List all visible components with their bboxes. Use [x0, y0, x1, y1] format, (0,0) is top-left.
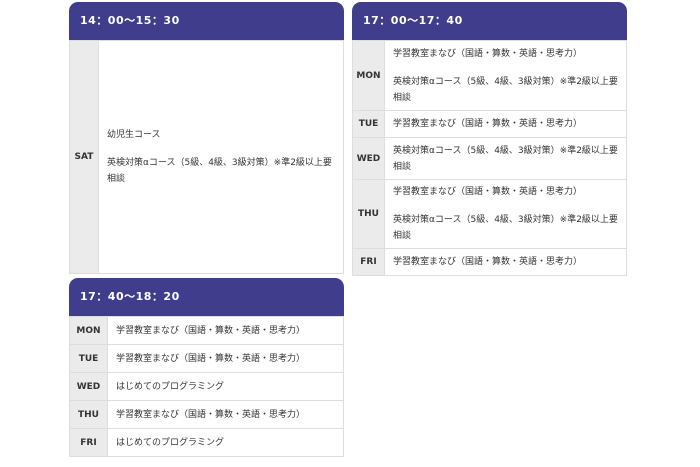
day-label: TUE	[352, 110, 385, 138]
course-cell: 学習教室まなび（国語・算数・英語・思考力） 英検対策αコース（5級、4級、3級対…	[384, 40, 627, 111]
time-slot-header: 17：00～17：40	[352, 2, 627, 40]
course-line: 学習教室まなび（国語・算数・英語・思考力）	[393, 119, 583, 129]
table-row: WED 英検対策αコース（5級、4級、3級対策）※準2級以上要相談	[352, 137, 627, 180]
day-label: FRI	[352, 248, 385, 276]
course-cell: 英検対策αコース（5級、4級、3級対策）※準2級以上要相談	[384, 137, 627, 180]
course-line: 英検対策αコース（5級、4級、3級対策）※準2級以上要相談	[107, 158, 332, 184]
time-slot-header: 17：40～18：20	[69, 278, 344, 316]
day-label: THU	[69, 400, 108, 429]
table-row: FRI 学習教室まなび（国語・算数・英語・思考力）	[352, 248, 627, 276]
course-line: 英検対策αコース（5級、4級、3級対策）※準2級以上要相談	[393, 145, 618, 172]
table-row: THU 学習教室まなび（国語・算数・英語・思考力）	[69, 400, 344, 429]
schedule-table: SAT 幼児生コース 英検対策αコース（5級、4級、3級対策）※準2級以上要相談	[69, 40, 344, 274]
day-label: TUE	[69, 344, 108, 373]
course-line: 英検対策αコース（5級、4級、3級対策）※準2級以上要相談	[393, 76, 618, 103]
course-cell: 学習教室まなび（国語・算数・英語・思考力）	[384, 248, 627, 276]
day-label: MON	[352, 40, 385, 111]
course-cell: はじめてのプログラミング	[107, 428, 344, 457]
course-line: 学習教室まなび（国語・算数・英語・思考力）	[393, 257, 583, 267]
course-line: 幼児生コース	[107, 130, 161, 140]
schedule-table: MON 学習教室まなび（国語・算数・英語・思考力） TUE 学習教室まなび（国語…	[69, 316, 344, 457]
course-cell: はじめてのプログラミング	[107, 372, 344, 401]
course-line: 学習教室まなび（国語・算数・英語・思考力）	[393, 48, 583, 59]
course-cell: 学習教室まなび（国語・算数・英語・思考力） 英検対策αコース（5級、4級、3級対…	[384, 179, 627, 249]
schedule-table: MON 学習教室まなび（国語・算数・英語・思考力） 英検対策αコース（5級、4級…	[352, 40, 627, 276]
schedule-block-1400: 14：00～15：30 SAT 幼児生コース 英検対策αコース（5級、4級、3級…	[69, 2, 344, 274]
schedule-block-1740: 17：40～18：20 MON 学習教室まなび（国語・算数・英語・思考力） TU…	[69, 278, 344, 457]
course-cell: 幼児生コース 英検対策αコース（5級、4級、3級対策）※準2級以上要相談	[98, 40, 344, 274]
day-label: THU	[352, 179, 385, 249]
schedule-block-1700: 17：00～17：40 MON 学習教室まなび（国語・算数・英語・思考力） 英検…	[352, 2, 627, 276]
table-row: THU 学習教室まなび（国語・算数・英語・思考力） 英検対策αコース（5級、4級…	[352, 179, 627, 249]
table-row: MON 学習教室まなび（国語・算数・英語・思考力） 英検対策αコース（5級、4級…	[352, 40, 627, 111]
course-line: 英検対策αコース（5級、4級、3級対策）※準2級以上要相談	[393, 215, 618, 241]
day-label: WED	[69, 372, 108, 401]
time-slot-header: 14：00～15：30	[69, 2, 344, 40]
day-label: WED	[352, 137, 385, 180]
table-row: TUE 学習教室まなび（国語・算数・英語・思考力）	[69, 344, 344, 373]
table-row: WED はじめてのプログラミング	[69, 372, 344, 401]
course-cell: 学習教室まなび（国語・算数・英語・思考力）	[107, 344, 344, 373]
course-cell: 学習教室まなび（国語・算数・英語・思考力）	[107, 316, 344, 345]
table-row: TUE 学習教室まなび（国語・算数・英語・思考力）	[352, 110, 627, 138]
course-cell: 学習教室まなび（国語・算数・英語・思考力）	[107, 400, 344, 429]
course-line: 学習教室まなび（国語・算数・英語・思考力）	[393, 187, 583, 197]
table-row: FRI はじめてのプログラミング	[69, 428, 344, 457]
day-label: FRI	[69, 428, 108, 457]
day-label: MON	[69, 316, 108, 345]
course-cell: 学習教室まなび（国語・算数・英語・思考力）	[384, 110, 627, 138]
day-label: SAT	[69, 40, 99, 274]
table-row: MON 学習教室まなび（国語・算数・英語・思考力）	[69, 316, 344, 345]
table-row: SAT 幼児生コース 英検対策αコース（5級、4級、3級対策）※準2級以上要相談	[69, 40, 344, 274]
